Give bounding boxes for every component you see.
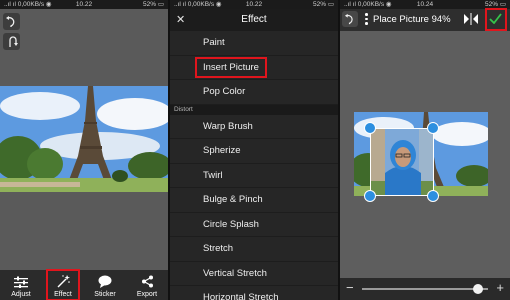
status-bar: ..ıl ıl 0,00KB/s ◉ 10.22 52% ▭ [170, 0, 338, 9]
redo-button[interactable] [3, 33, 20, 50]
eiffel-tower-photo [0, 86, 168, 192]
menu-item-warp-brush[interactable]: Warp Brush [170, 114, 338, 139]
magic-wand-icon [57, 275, 70, 288]
bottom-toolbar: Adjust Effect Sticker Export [0, 269, 168, 300]
effect-list: Paint Insert Picture Pop Color Distort W… [170, 31, 338, 300]
effect-label: Effect [54, 291, 72, 298]
undo-icon [344, 13, 353, 25]
sticker-tab[interactable]: Sticker [84, 270, 126, 300]
menu-item-horizontal-stretch[interactable]: Horizontal Stretch [170, 286, 338, 300]
increase-icon[interactable]: + [496, 280, 504, 295]
undo-button[interactable] [3, 13, 20, 30]
slider-thumb[interactable] [472, 284, 483, 294]
export-label: Export [136, 291, 158, 298]
adjust-tab[interactable]: Adjust [0, 270, 42, 300]
inserted-picture[interactable] [370, 128, 434, 196]
sticker-label: Sticker [94, 291, 116, 298]
place-picture-screen: ..ıl ıl 0,00KB/s ◉ 10.24 52% ▭ Place Pic… [340, 0, 510, 300]
status-battery: 52% ▭ [143, 1, 164, 8]
place-picture-header: Place Picture 94% [340, 8, 510, 31]
share-icon [141, 275, 153, 288]
checkmark-icon [489, 13, 502, 24]
editor-screen: ..ıl ıl 0,00KB/s ◉ 10.22 52% ▭ Adjust Ef… [0, 0, 168, 300]
place-picture-title: Place Picture 94% [373, 14, 451, 25]
resize-handle-top-left[interactable] [364, 122, 376, 134]
menu-item-twirl[interactable]: Twirl [170, 163, 338, 188]
more-options-icon[interactable] [365, 13, 368, 27]
menu-item-stretch[interactable]: Stretch [170, 237, 338, 262]
menu-item-insert-picture[interactable]: Insert Picture [170, 55, 338, 80]
resize-handle-bottom-right[interactable] [427, 190, 439, 202]
status-battery: 52% ▭ [485, 1, 506, 8]
size-slider: − + [340, 278, 510, 300]
export-tab[interactable]: Export [126, 270, 168, 300]
speech-bubble-icon [98, 275, 112, 288]
menu-item-circle-splash[interactable]: Circle Splash [170, 212, 338, 237]
effect-tab[interactable]: Effect [46, 269, 80, 300]
menu-item-paint[interactable]: Paint [170, 31, 338, 56]
menu-item-pop-color[interactable]: Pop Color [170, 80, 338, 105]
flip-horizontal-icon[interactable] [464, 13, 478, 25]
status-bar: ..ıl ıl 0,00KB/s ◉ 10.24 52% ▭ [340, 0, 510, 9]
menu-item-vertical-stretch[interactable]: Vertical Stretch [170, 261, 338, 286]
section-distort: Distort [170, 104, 338, 115]
slider-track[interactable] [362, 288, 488, 290]
undo-button[interactable] [342, 11, 358, 27]
menu-item-bulge-pinch[interactable]: Bulge & Pinch [170, 188, 338, 213]
status-bar: ..ıl ıl 0,00KB/s ◉ 10.22 52% ▭ [0, 0, 168, 9]
effect-menu-screen: ..ıl ıl 0,00KB/s ◉ 10.22 52% ▭ ✕ Effect … [170, 0, 338, 300]
sliders-icon [14, 276, 28, 288]
status-battery: 52% ▭ [313, 1, 334, 8]
resize-handle-top-right[interactable] [427, 122, 439, 134]
effect-header: ✕ Effect [170, 9, 338, 31]
undo-icon [6, 16, 15, 27]
redo-icon [9, 36, 18, 47]
resize-handle-bottom-left[interactable] [364, 190, 376, 202]
menu-item-spherize[interactable]: Spherize [170, 139, 338, 164]
adjust-label: Adjust [11, 291, 31, 298]
selfie-photo [371, 129, 433, 195]
decrease-icon[interactable]: − [346, 280, 354, 295]
effect-title: Effect [241, 14, 267, 25]
confirm-button[interactable] [485, 8, 507, 31]
